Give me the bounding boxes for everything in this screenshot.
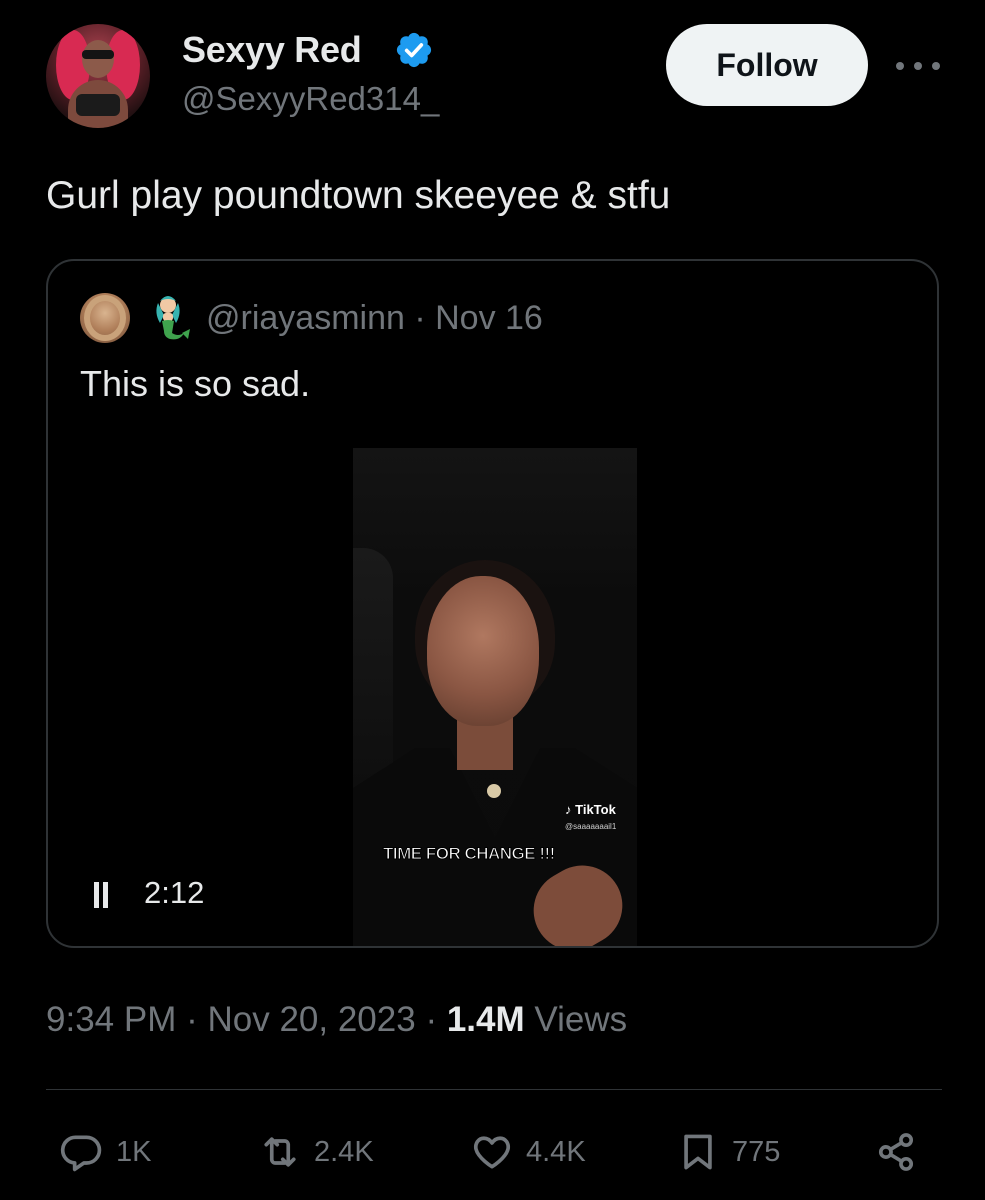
meta-separator: · [186, 1000, 198, 1039]
avatar-top [76, 94, 120, 116]
divider [46, 1089, 942, 1090]
author-handle[interactable]: @SexyyRed314_ [182, 78, 439, 120]
views-label: Views [534, 1000, 628, 1039]
retweet-button[interactable]: 2.4K [258, 1130, 374, 1174]
pause-bar [103, 882, 108, 908]
bookmark-button[interactable]: 775 [676, 1130, 780, 1174]
tweet-meta: 9:34 PM · Nov 20, 2023 · 1.4M Views [46, 998, 627, 1042]
more-dot [896, 62, 904, 70]
tweet-text: Gurl play poundtown skeeyee & stfu [46, 174, 671, 217]
pause-bar [94, 882, 99, 908]
quoted-tweet-text: This is so sad. [80, 363, 311, 404]
retweet-icon [264, 1137, 296, 1167]
video-pendant [487, 784, 501, 798]
more-dot [932, 62, 940, 70]
video-duration: 2:12 [144, 875, 205, 910]
meta-separator: · [425, 1000, 438, 1039]
author-display-name[interactable]: Sexyy Red [182, 28, 362, 72]
share-icon [878, 1133, 914, 1171]
more-icon[interactable] [896, 52, 940, 80]
author-avatar[interactable] [46, 24, 150, 128]
tweet-date[interactable]: Nov 20, 2023 [207, 1000, 415, 1039]
quoted-tweet-card[interactable]: @riayasminn · Nov 16 This is so sad. ♪ T… [46, 259, 939, 948]
reply-count: 1K [116, 1135, 152, 1168]
video-person-face [427, 576, 539, 726]
tiktok-watermark: ♪ TikTok [565, 802, 616, 817]
tiktok-username: @saaaaaaail1 [565, 822, 617, 831]
share-button[interactable] [874, 1130, 918, 1174]
views-count: 1.4M [446, 1000, 525, 1039]
mermaid-emoji-icon [156, 296, 190, 340]
heart-icon [473, 1136, 511, 1169]
like-count: 4.4K [526, 1135, 586, 1168]
quoted-video[interactable]: ♪ TikTok @saaaaaaail1 TIME FOR CHANGE !!… [353, 448, 637, 946]
retweet-count: 2.4K [314, 1135, 374, 1168]
bookmark-count: 775 [732, 1135, 781, 1168]
like-button[interactable]: 4.4K [470, 1130, 586, 1174]
avatar-glasses [82, 50, 114, 59]
quoted-author-avatar[interactable] [80, 293, 130, 343]
pause-icon[interactable] [94, 882, 108, 908]
bookmark-icon [684, 1134, 712, 1170]
quoted-avatar-hair [84, 295, 126, 341]
tweet-time[interactable]: 9:34 PM [46, 1000, 176, 1039]
reply-icon [60, 1135, 102, 1172]
tiktok-logo-text: TikTok [575, 802, 616, 817]
video-caption: TIME FOR CHANGE !!! [383, 844, 556, 864]
more-dot [914, 62, 922, 70]
reply-button[interactable]: 1K [60, 1130, 151, 1174]
quoted-author-handle[interactable]: @riayasminn · Nov 16 [206, 297, 543, 339]
verified-badge-icon [396, 32, 432, 68]
follow-button[interactable]: Follow [666, 24, 868, 106]
avatar-face [82, 40, 114, 78]
